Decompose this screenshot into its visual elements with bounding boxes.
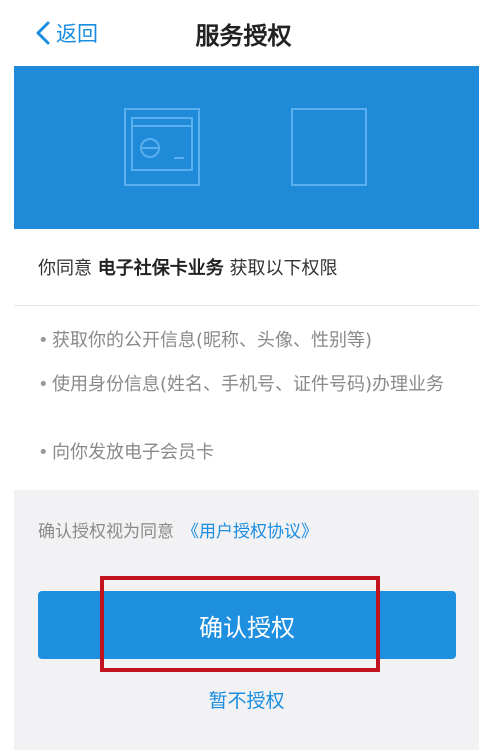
consent-text: 你同意 电子社保卡业务 获取以下权限 — [38, 254, 337, 280]
consent-header: 你同意 电子社保卡业务 获取以下权限 — [14, 229, 479, 306]
agreement-text: 确认授权视为同意 — [38, 522, 174, 542]
agreement-link[interactable]: 《用户授权协议》 — [182, 522, 318, 542]
placeholder-square-icon — [291, 108, 367, 186]
permission-item: 使用身份信息(姓名、手机号、证件号码)办理业务 — [38, 370, 457, 400]
hero-banner — [14, 66, 479, 229]
permission-item: 向你发放电子会员卡 — [38, 438, 452, 468]
agreement-notice: 确认授权视为同意 《用户授权协议》 — [38, 517, 318, 542]
card-reader-icon — [124, 108, 200, 186]
consent-suffix: 获取以下权限 — [223, 258, 338, 279]
service-name: 电子社保卡业务 — [97, 258, 224, 279]
decline-authorization-link[interactable]: 暂不授权 — [14, 686, 479, 713]
confirm-authorization-button[interactable]: 确认授权 — [38, 591, 456, 659]
navigation-bar: 返回 服务授权 — [0, 0, 487, 66]
permission-item: 获取你的公开信息(昵称、头像、性别等) — [38, 326, 452, 356]
consent-prefix: 你同意 — [38, 258, 98, 279]
page-title: 服务授权 — [195, 22, 292, 50]
action-area: 确认授权视为同意 《用户授权协议》 确认授权 暂不授权 — [14, 490, 479, 750]
permission-list: 获取你的公开信息(昵称、头像、性别等) 使用身份信息(姓名、手机号、证件号码)办… — [14, 306, 479, 490]
